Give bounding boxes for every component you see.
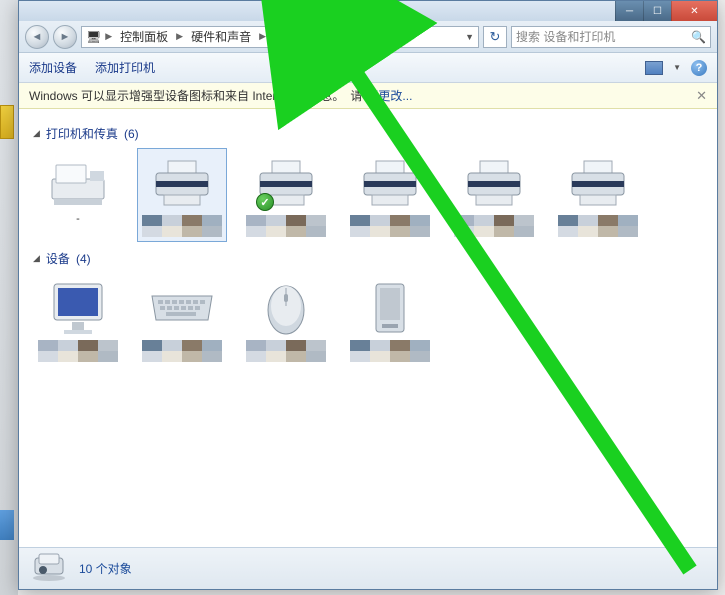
- crumb-control-panel[interactable]: 控制面板: [116, 28, 172, 45]
- status-icon: [29, 550, 69, 587]
- chevron-down-icon[interactable]: ▼: [465, 32, 474, 42]
- search-icon: 🔍: [691, 30, 706, 44]
- monitor-item[interactable]: [33, 273, 123, 367]
- chevron-right-icon: ▶: [174, 31, 185, 42]
- info-text: Windows 可以显示增强型设备图标和来自 Internet 的信息。: [29, 87, 344, 104]
- window-controls: ─ ☐ ✕: [615, 1, 717, 21]
- item-label-redacted: [454, 215, 534, 237]
- info-change-link[interactable]: 行更改...: [366, 87, 412, 104]
- info-bar: Windows 可以显示增强型设备图标和来自 Internet 的信息。 请 行…: [19, 83, 717, 109]
- group-count: (6): [124, 127, 139, 141]
- default-badge: ✓: [256, 193, 274, 211]
- item-label-redacted: [246, 215, 326, 237]
- item-label-redacted: [350, 340, 430, 362]
- back-button[interactable]: ◄: [25, 25, 49, 49]
- nav-bar: ◄ ► 🖥 ▶ 控制面板 ▶ 硬件和声音 ▶ 设备和打印机 ▼ ↻ 搜索 设备和…: [19, 21, 717, 53]
- drive-icon: [354, 278, 426, 338]
- chevron-right-icon: ▶: [257, 31, 268, 42]
- view-options-button[interactable]: [645, 61, 663, 75]
- printer-icon: ✓: [250, 153, 322, 213]
- breadcrumb[interactable]: 🖥 ▶ 控制面板 ▶ 硬件和声音 ▶ 设备和打印机 ▼: [81, 26, 479, 48]
- search-input[interactable]: 搜索 设备和打印机 🔍: [511, 26, 711, 48]
- item-label: -: [76, 213, 80, 225]
- forward-button[interactable]: ►: [53, 25, 77, 49]
- crumb-hardware-sound[interactable]: 硬件和声音: [187, 28, 255, 45]
- item-label-redacted: [142, 215, 222, 237]
- search-placeholder: 搜索 设备和打印机: [516, 28, 615, 45]
- status-count: 10 个对象: [79, 560, 132, 577]
- drive-item[interactable]: [345, 273, 435, 367]
- refresh-button[interactable]: ↻: [483, 26, 507, 48]
- printer-item[interactable]: [553, 148, 643, 242]
- devices-items: [33, 273, 703, 367]
- collapse-icon: ◢: [33, 128, 40, 139]
- item-label-redacted: [350, 215, 430, 237]
- toolbar: 添加设备 添加打印机 ▼ ?: [19, 53, 717, 83]
- monitor-icon: [42, 278, 114, 338]
- group-name: 设备: [46, 250, 70, 267]
- collapse-icon: ◢: [33, 253, 40, 264]
- computer-icon: 🖥: [86, 30, 101, 44]
- mouse-item[interactable]: [241, 273, 331, 367]
- keyboard-icon: [146, 278, 218, 338]
- maximize-button[interactable]: ☐: [643, 1, 671, 21]
- explorer-window: ─ ☐ ✕ ◄ ► 🖥 ▶ 控制面板 ▶ 硬件和声音 ▶ 设备和打印机 ▼ ↻ …: [18, 0, 718, 590]
- printer-icon: [354, 153, 426, 213]
- group-header-devices[interactable]: ◢ 设备 (4): [33, 250, 703, 267]
- titlebar: ─ ☐ ✕: [19, 1, 717, 21]
- item-label-redacted: [246, 340, 326, 362]
- status-bar: 10 个对象: [19, 547, 717, 589]
- crumb-devices-printers[interactable]: 设备和打印机: [270, 28, 350, 45]
- printer-item[interactable]: ✓: [241, 148, 331, 242]
- side-tab-yellow: [0, 105, 14, 139]
- close-button[interactable]: ✕: [671, 1, 717, 21]
- printer-icon: [146, 153, 218, 213]
- side-tab-blue: [0, 510, 14, 540]
- keyboard-item[interactable]: [137, 273, 227, 367]
- printer-item[interactable]: [449, 148, 539, 242]
- printer-item[interactable]: [345, 148, 435, 242]
- help-button[interactable]: ?: [691, 60, 707, 76]
- mouse-icon: [250, 278, 322, 338]
- background-strip: [0, 0, 18, 595]
- printer-icon: [562, 153, 634, 213]
- add-printer-button[interactable]: 添加打印机: [95, 59, 155, 76]
- item-label-redacted: [38, 340, 118, 362]
- printers-items: -✓: [33, 148, 703, 242]
- item-label-redacted: [558, 215, 638, 237]
- fax-item[interactable]: -: [33, 148, 123, 242]
- printer-icon: [458, 153, 530, 213]
- group-name: 打印机和传真: [46, 125, 118, 142]
- item-label-redacted: [142, 340, 222, 362]
- printer-item[interactable]: [137, 148, 227, 242]
- chevron-right-icon: ▶: [103, 31, 114, 42]
- add-device-button[interactable]: 添加设备: [29, 59, 77, 76]
- info-prefix: 请: [350, 87, 362, 104]
- fax-icon: [42, 153, 114, 213]
- group-count: (4): [76, 252, 91, 266]
- info-close-button[interactable]: ✕: [696, 88, 707, 104]
- minimize-button[interactable]: ─: [615, 1, 643, 21]
- chevron-down-icon[interactable]: ▼: [673, 63, 681, 72]
- content-area: ◢ 打印机和传真 (6) -✓ ◢ 设备 (4): [19, 109, 717, 539]
- group-header-printers[interactable]: ◢ 打印机和传真 (6): [33, 125, 703, 142]
